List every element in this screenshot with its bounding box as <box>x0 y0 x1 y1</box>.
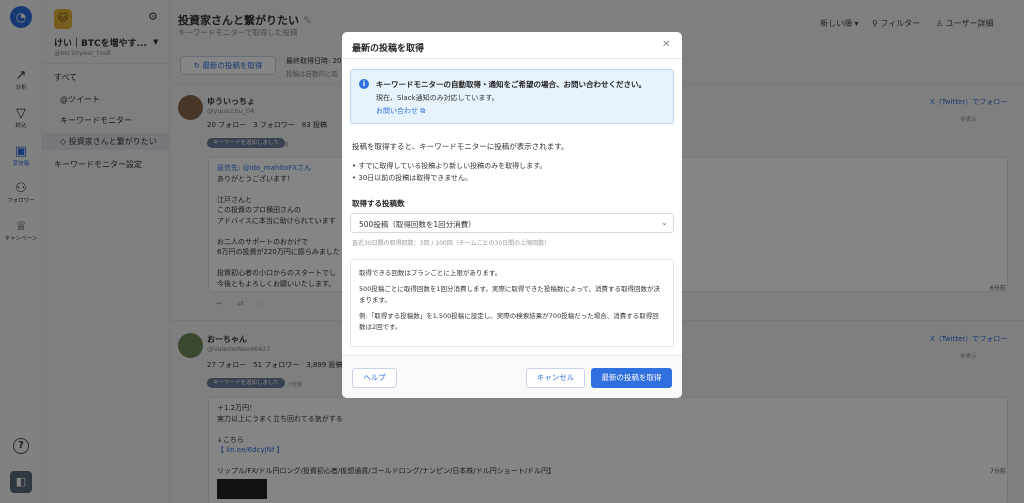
external-link-icon: ⧉ <box>418 107 426 115</box>
select-hint: 直近30日間の取得回数：3回 / 100回（チームごとの30日間の上限回数） <box>352 240 551 247</box>
fetch-modal: 最新の投稿を取得 ✕ i キーワードモニターの自動取得・通知をご希望の場合、お問… <box>342 32 682 398</box>
modal-description: 投稿を取得すると、キーワードモニターに投稿が表示されます。 <box>352 142 569 151</box>
contact-link[interactable]: お問い合わせ ⧉ <box>376 106 425 116</box>
note-paragraph: 取得できる回数はプランごとに上限があります。 <box>359 269 502 277</box>
bullet-item: • すでに取得している投稿より新しい投稿のみを取得します。 <box>352 162 547 170</box>
chevron-down-icon: ⌄ <box>661 218 668 227</box>
contact-link-label: お問い合わせ <box>376 107 418 115</box>
modal-title: 最新の投稿を取得 <box>352 44 425 54</box>
bullet-item: • 30日以前の投稿は取得できません。 <box>352 174 473 182</box>
post-count-select[interactable]: 500投稿（取得回数を1回分消費） ⌄ <box>350 213 674 233</box>
close-icon[interactable]: ✕ <box>662 39 670 50</box>
modal-footer: ヘルプ キャンセル 最新の投稿を取得 <box>342 355 682 398</box>
modal-bullets: • すでに取得している投稿より新しい投稿のみを取得します。 • 30日以前の投稿… <box>352 160 546 184</box>
select-label: 取得する投稿数 <box>352 199 405 208</box>
note-paragraph: 例:「取得する投稿数」を1,500投稿に設定し、実際の検索結果が700投稿だった… <box>359 312 659 331</box>
bullet-text: 30日以前の投稿は取得できません。 <box>358 174 473 182</box>
note-paragraph: 500投稿ごとに取得回数を1回分消費します。実際に取得できた投稿数によって、消費… <box>359 285 661 304</box>
fetch-submit-button[interactable]: 最新の投稿を取得 <box>591 368 672 388</box>
info-text: 現在、Slack通知のみ対応しています。 <box>376 94 499 102</box>
cancel-button[interactable]: キャンセル <box>526 368 585 388</box>
help-button[interactable]: ヘルプ <box>352 368 397 388</box>
usage-note: 取得できる回数はプランごとに上限があります。 500投稿ごとに取得回数を1回分消… <box>350 259 674 347</box>
select-value: 500投稿（取得回数を1回分消費） <box>359 220 476 229</box>
info-title: キーワードモニターの自動取得・通知をご希望の場合、お問い合わせください。 <box>376 80 646 89</box>
bullet-text: すでに取得している投稿より新しい投稿のみを取得します。 <box>358 162 547 170</box>
info-icon: i <box>359 79 369 89</box>
info-box: i キーワードモニターの自動取得・通知をご希望の場合、お問い合わせください。 現… <box>350 69 674 124</box>
modal-header: 最新の投稿を取得 ✕ <box>342 32 682 59</box>
